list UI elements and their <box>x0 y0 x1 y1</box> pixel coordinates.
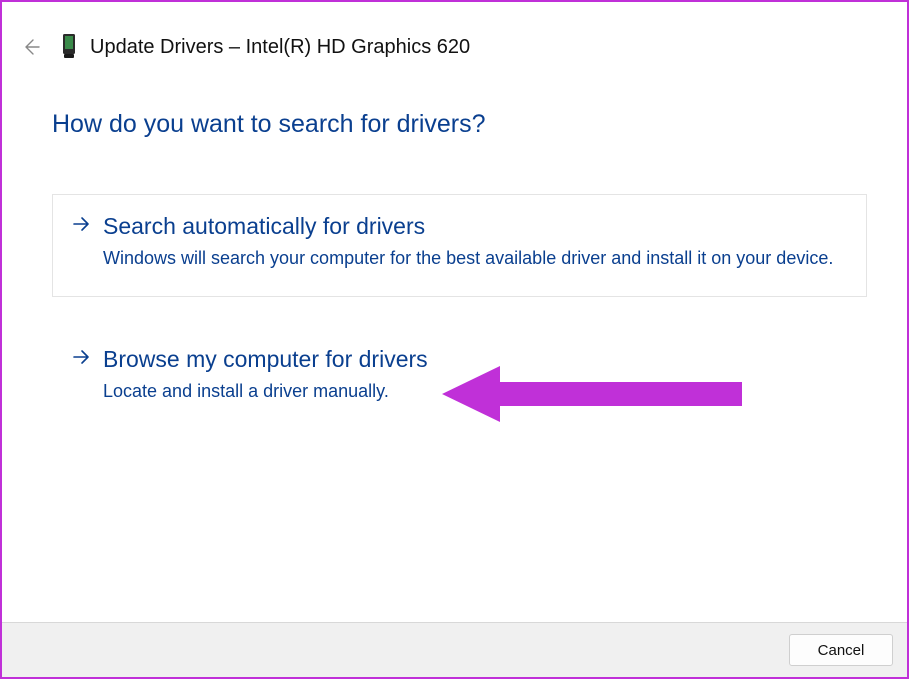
device-icon <box>60 32 78 60</box>
dialog-header: Update Drivers – Intel(R) HD Graphics 62… <box>2 2 907 72</box>
cancel-button[interactable]: Cancel <box>789 634 893 666</box>
option-description: Locate and install a driver manually. <box>103 379 844 403</box>
options-container: Search automatically for drivers Windows… <box>2 139 907 423</box>
option-title: Search automatically for drivers <box>103 213 425 240</box>
back-button[interactable] <box>16 32 46 62</box>
main-question: How do you want to search for drivers? <box>2 72 907 139</box>
back-arrow-icon <box>21 37 41 57</box>
option-head: Search automatically for drivers <box>71 213 844 240</box>
option-description: Windows will search your computer for th… <box>103 246 844 270</box>
option-browse-computer[interactable]: Browse my computer for drivers Locate an… <box>52 327 867 422</box>
option-search-automatically[interactable]: Search automatically for drivers Windows… <box>52 194 867 297</box>
dialog-footer: Cancel <box>2 622 907 677</box>
option-head: Browse my computer for drivers <box>71 346 844 373</box>
window-title: Update Drivers – Intel(R) HD Graphics 62… <box>90 36 470 59</box>
arrow-right-icon <box>71 214 91 240</box>
option-title: Browse my computer for drivers <box>103 346 428 373</box>
arrow-right-icon <box>71 347 91 373</box>
